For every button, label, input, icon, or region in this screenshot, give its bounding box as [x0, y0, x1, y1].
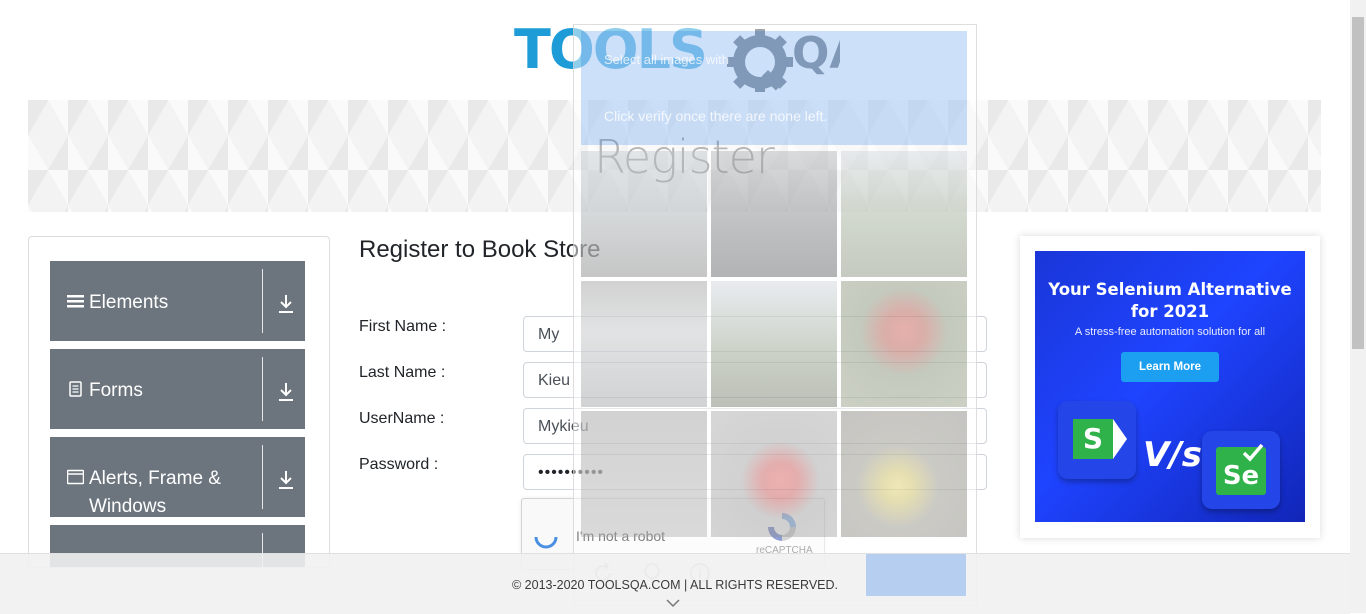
arrow-shape — [1113, 419, 1127, 459]
download-icon[interactable] — [276, 293, 296, 315]
selenium-logo-icon: Se — [1202, 431, 1280, 509]
ad-subtext: A stress-free automation solution for al… — [1074, 326, 1266, 338]
scrollbar-thumb[interactable] — [1352, 17, 1364, 349]
first-name-label: First Name : — [359, 318, 447, 335]
captcha-tile[interactable] — [841, 411, 967, 537]
captcha-tile[interactable] — [841, 281, 967, 407]
chevron-down-icon — [666, 599, 680, 608]
password-label: Password : — [359, 456, 439, 473]
sidebar-group-alerts[interactable]: Alerts, Frame & Windows — [50, 437, 305, 517]
learn-more-button[interactable]: Learn More — [1121, 352, 1219, 382]
vs-text: V/s — [1143, 435, 1202, 475]
ad-banner[interactable]: Your Selenium Alternative for 2021 A str… — [1035, 251, 1305, 522]
ad-headline: Your Selenium Alternative for 2021 — [1035, 279, 1305, 323]
username-label: UserName : — [359, 410, 445, 427]
captcha-tile[interactable] — [711, 151, 837, 277]
verify-button[interactable] — [866, 554, 966, 596]
captcha-sub-instruction: Click verify once there are none left. — [604, 108, 828, 124]
sidebar-group-elements[interactable]: Elements — [50, 261, 305, 341]
captcha-tile[interactable] — [581, 411, 707, 537]
sidebar-group-label: Elements — [89, 292, 169, 313]
window-icon — [67, 469, 84, 485]
download-icon[interactable] — [276, 381, 296, 403]
captcha-tile[interactable] — [841, 151, 967, 277]
vertical-scrollbar[interactable] — [1350, 0, 1366, 613]
hamburger-icon — [67, 295, 84, 308]
s-letter: S — [1073, 419, 1113, 459]
footer-copyright: © 2013-2020 TOOLSQA.COM | ALL RIGHTS RES… — [511, 578, 838, 592]
loading-spinner-icon[interactable] — [532, 523, 560, 551]
captcha-tile[interactable] — [581, 281, 707, 407]
document-icon — [69, 381, 82, 397]
divider — [262, 269, 263, 333]
page-title: Register to Book Store — [359, 236, 601, 263]
captcha-challenge-header — [581, 31, 967, 145]
sidebar-group-forms[interactable]: Forms — [50, 349, 305, 429]
ad-headline-line2: for 2021 — [1130, 302, 1210, 321]
sidebar-menu: Elements Forms Alerts, Frame & Windows — [28, 236, 330, 568]
last-name-label: Last Name : — [359, 364, 446, 381]
captcha-tile[interactable] — [711, 281, 837, 407]
download-icon[interactable] — [276, 469, 296, 491]
captcha-instruction: Select all images with — [604, 52, 729, 67]
ad-headline-line1: Your Selenium Alternative — [1048, 280, 1292, 299]
divider — [262, 357, 263, 421]
captcha-tile[interactable] — [711, 411, 837, 537]
captcha-tile[interactable] — [581, 151, 707, 277]
katalon-logo-icon: S — [1058, 401, 1136, 479]
checkmark-icon — [1242, 443, 1264, 462]
advertisement[interactable]: Your Selenium Alternative for 2021 A str… — [1020, 236, 1320, 538]
sidebar-group-label: Alerts, Frame & Windows — [89, 468, 221, 517]
divider — [262, 445, 263, 509]
sidebar-group-label: Forms — [89, 380, 143, 401]
